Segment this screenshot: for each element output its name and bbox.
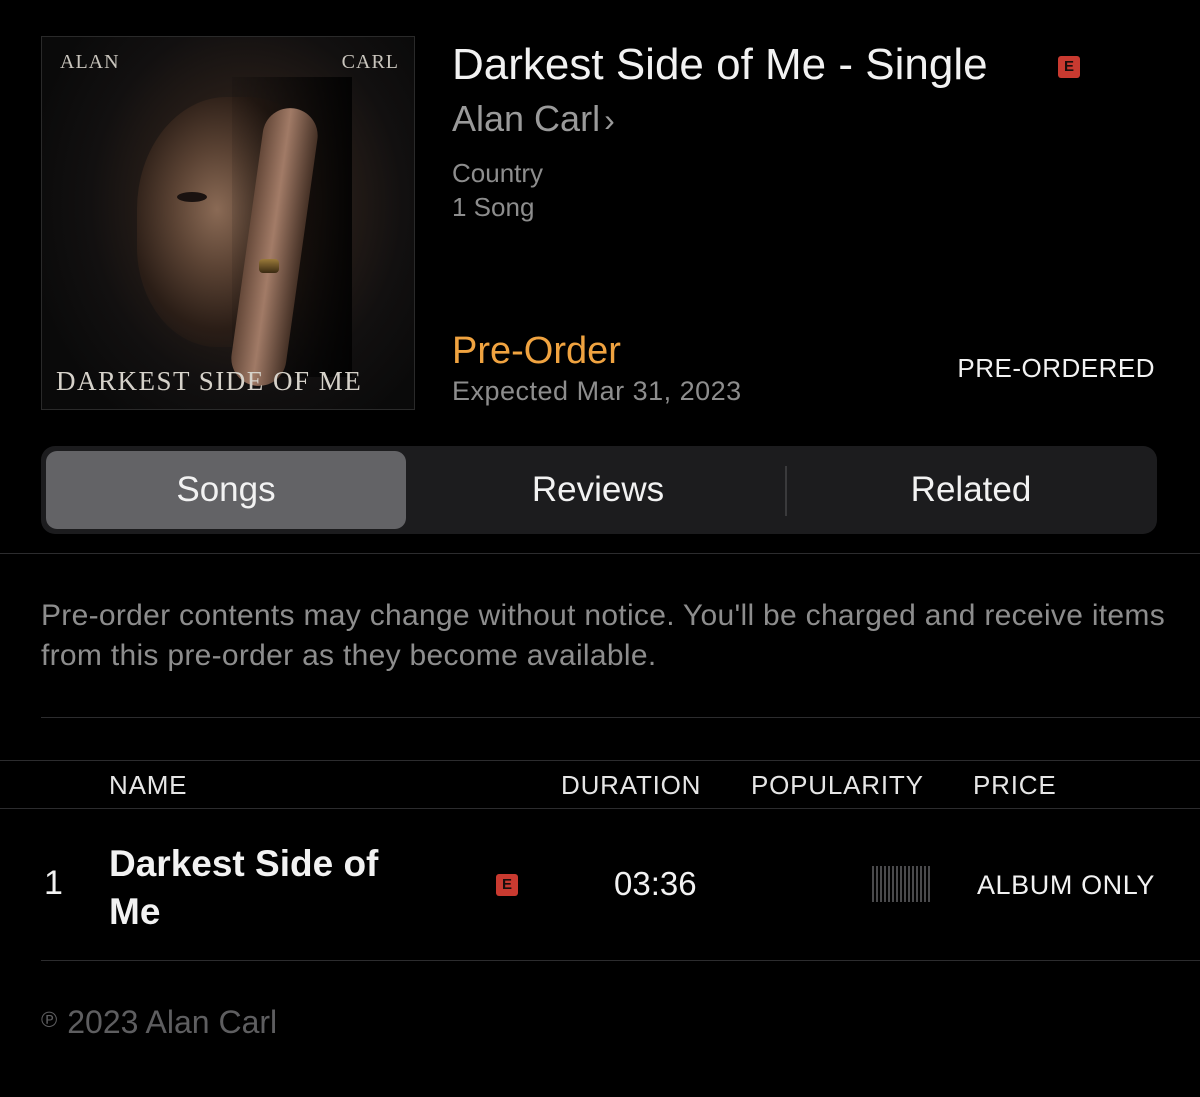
artwork-title: DARKEST SIDE OF ME bbox=[56, 366, 363, 396]
column-header-duration[interactable]: DURATION bbox=[561, 770, 701, 801]
album-page: ALAN CARL DARKEST SIDE OF ME Darkest Sid… bbox=[0, 0, 1200, 1097]
tab-reviews[interactable]: Reviews bbox=[413, 451, 783, 529]
artist-name[interactable]: Alan Carl bbox=[452, 98, 600, 139]
track-number: 1 bbox=[44, 864, 63, 902]
segmented-control: Songs Reviews Related bbox=[41, 446, 1157, 534]
divider bbox=[41, 717, 1200, 718]
genre-label: Country bbox=[452, 158, 544, 188]
phonogram-icon: ℗ bbox=[41, 1007, 58, 1032]
song-count: 1 Song bbox=[452, 192, 535, 222]
explicit-badge: E bbox=[496, 874, 518, 896]
pre-order-label: Pre-Order bbox=[452, 330, 621, 372]
album-title: Darkest Side of Me - Single bbox=[452, 40, 988, 89]
expected-date: Expected Mar 31, 2023 bbox=[452, 376, 742, 406]
column-header-popularity[interactable]: POPULARITY bbox=[751, 770, 924, 801]
divider bbox=[41, 960, 1200, 961]
artwork-last-name: CARL bbox=[341, 51, 399, 73]
pre-ordered-button[interactable]: PRE-ORDERED bbox=[957, 353, 1155, 384]
explicit-badge: E bbox=[1058, 56, 1080, 78]
popularity-bars-icon bbox=[872, 866, 932, 902]
chevron-right-icon[interactable]: › bbox=[604, 102, 615, 138]
copyright-text: 2023 Alan Carl bbox=[67, 1004, 278, 1040]
album-artwork[interactable]: ALAN CARL DARKEST SIDE OF ME bbox=[41, 36, 415, 410]
track-duration: 03:36 bbox=[614, 865, 697, 902]
pre-order-notice: Pre-order contents may change without no… bbox=[41, 599, 1166, 672]
column-header-name[interactable]: NAME bbox=[109, 770, 187, 801]
divider bbox=[0, 808, 1200, 809]
copyright-line: ℗ 2023 Alan Carl bbox=[41, 1004, 277, 1041]
divider bbox=[0, 553, 1200, 554]
tab-songs[interactable]: Songs bbox=[46, 451, 406, 529]
price-label: ALBUM ONLY bbox=[976, 870, 1155, 900]
artwork-first-name: ALAN bbox=[60, 51, 120, 73]
tab-related[interactable]: Related bbox=[786, 451, 1156, 529]
artist-link[interactable]: Alan Carl › bbox=[452, 98, 615, 140]
column-header-price[interactable]: PRICE bbox=[973, 770, 1056, 801]
track-title[interactable]: Darkest Side of Me bbox=[109, 840, 429, 936]
divider bbox=[0, 760, 1200, 761]
